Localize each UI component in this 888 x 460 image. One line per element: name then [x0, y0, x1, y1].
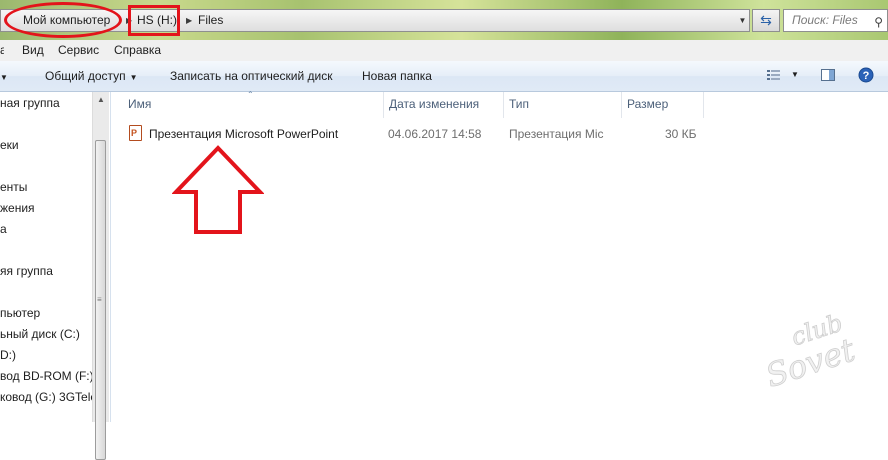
search-icon[interactable]: ⚲ — [874, 12, 883, 33]
powerpoint-icon: P — [129, 125, 142, 141]
nav-item-homegroup[interactable]: ная группа — [0, 96, 92, 110]
new-folder-button[interactable]: Новая папка — [362, 69, 432, 83]
organize-dropdown-icon[interactable]: ▼ — [0, 69, 8, 83]
column-header-name[interactable]: Имя — [128, 97, 151, 111]
nav-item-music[interactable]: а — [0, 222, 92, 236]
help-icon[interactable]: ? — [858, 67, 874, 83]
column-divider[interactable] — [703, 92, 704, 118]
file-name[interactable]: Презентация Microsoft PowerPoint — [149, 127, 338, 141]
nav-item-computer[interactable]: пьютер — [0, 306, 92, 320]
sort-ascending-icon: ⌃ — [247, 90, 254, 99]
share-dropdown-icon: ▼ — [129, 73, 138, 82]
search-input[interactable]: Поиск: Files ⚲ — [783, 9, 888, 32]
burn-button[interactable]: Записать на оптический диск — [170, 69, 333, 83]
scroll-up-icon[interactable]: ▲ — [97, 95, 105, 104]
breadcrumb-files[interactable]: Files — [198, 10, 223, 31]
file-size: 30 КБ — [665, 127, 697, 141]
nav-item-libraries[interactable]: еки — [0, 138, 92, 152]
nav-item-homegroup-2[interactable]: яя группа — [0, 264, 92, 278]
file-type: Презентация Mic — [509, 127, 604, 141]
nav-item-documents[interactable]: енты — [0, 180, 92, 194]
nav-item-pictures[interactable]: жения — [0, 201, 92, 215]
preview-pane-icon[interactable] — [820, 67, 836, 83]
refresh-icon: ⇆ — [760, 12, 772, 28]
nav-item-drive-g[interactable]: ковод (G:) 3GTele — [0, 390, 92, 404]
column-divider[interactable] — [621, 92, 622, 118]
address-history-dropdown-icon[interactable]: ▼ — [736, 11, 749, 30]
command-bar: ▼ Общий доступ ▼ Записать на оптический д… — [0, 61, 888, 92]
menu-item-tools[interactable]: Сервис — [58, 43, 99, 57]
club-sovet-watermark-logo: club Sovet — [761, 308, 860, 388]
red-arrow-up-icon — [172, 145, 264, 234]
column-header-size[interactable]: Размер — [627, 97, 668, 111]
breadcrumb-separator-icon[interactable]: ▶ — [186, 10, 192, 31]
nav-item-local-disk-c[interactable]: ьный диск (C:) — [0, 327, 92, 341]
column-header-type[interactable]: Тип — [509, 97, 529, 111]
address-bar: Мой компьютер ▶ HS (H:) ▶ Files ▼ ⇆ Поис… — [0, 0, 888, 40]
view-dropdown-icon[interactable]: ▼ — [791, 70, 799, 79]
menu-item-edit-partial[interactable]: а — [0, 43, 4, 57]
menu-item-view[interactable]: Вид — [22, 43, 44, 57]
table-row[interactable]: P Презентация Microsoft PowerPoint 04.06… — [127, 124, 707, 144]
grip-icon: ≡ — [97, 295, 102, 304]
scrollbar-thumb[interactable]: ≡ — [95, 140, 106, 460]
column-divider[interactable] — [383, 92, 384, 118]
share-label: Общий доступ — [45, 69, 126, 83]
view-options-icon[interactable] — [766, 67, 782, 83]
menu-item-help[interactable]: Справка — [114, 43, 161, 57]
svg-text:?: ? — [863, 70, 870, 82]
menu-bar: а Вид Сервис Справка — [0, 40, 888, 62]
column-header-date[interactable]: Дата изменения — [389, 97, 479, 111]
search-placeholder: Поиск: Files — [792, 13, 858, 27]
refresh-button[interactable]: ⇆ — [752, 9, 780, 32]
red-highlight-ellipse — [4, 2, 122, 38]
file-date: 04.06.2017 14:58 — [388, 127, 482, 141]
nav-item-bd-rom-f[interactable]: вод BD-ROM (F:) N — [0, 369, 92, 383]
navigation-pane: ная группа еки енты жения а яя группа пь… — [0, 92, 111, 460]
red-highlight-rectangle — [128, 5, 180, 36]
nav-item-drive-d[interactable]: D:) — [0, 348, 92, 362]
column-divider[interactable] — [503, 92, 504, 118]
share-button[interactable]: Общий доступ ▼ — [45, 69, 138, 83]
nav-scrollbar[interactable]: ▲ ≡ — [92, 92, 109, 460]
